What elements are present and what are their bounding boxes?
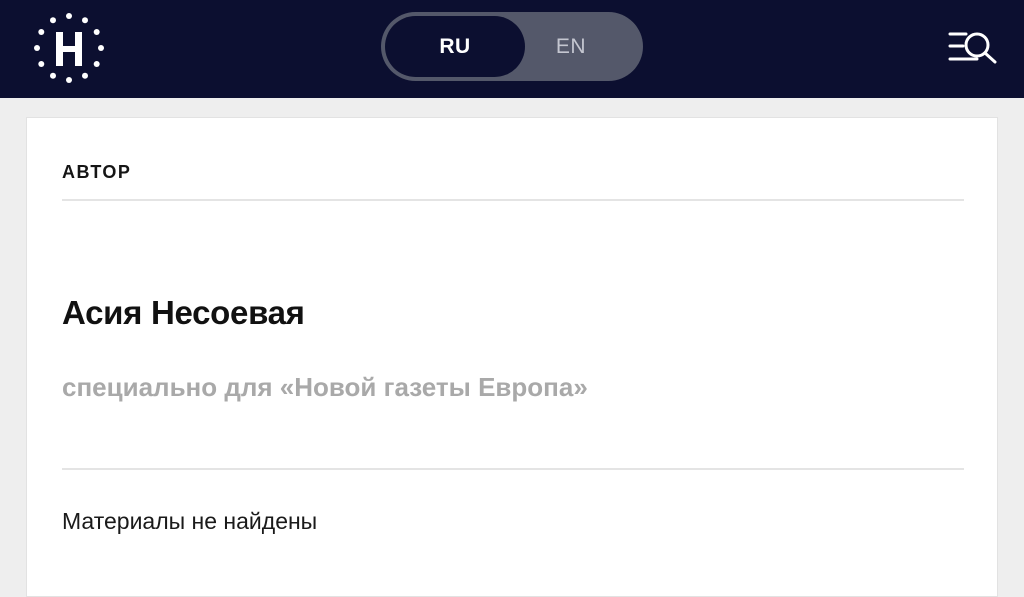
author-name: Асия Несоевая (62, 294, 305, 331)
top-bar: RU EN (0, 0, 1024, 98)
section-label: АВТОР (62, 162, 132, 182)
menu-search-icon[interactable] (944, 26, 1000, 68)
divider (62, 199, 964, 201)
language-option-en[interactable]: EN (511, 12, 631, 81)
empty-materials-message: Материалы не найдены (62, 508, 318, 534)
author-card: АВТОР Асия Несоевая специально для «Ново… (26, 117, 998, 597)
author-description: специально для «Новой газеты Европа» (62, 372, 588, 402)
logo-icon[interactable] (33, 12, 105, 84)
divider (62, 468, 964, 470)
language-switch[interactable]: RU EN (381, 12, 643, 81)
language-option-ru[interactable]: RU (385, 12, 525, 81)
